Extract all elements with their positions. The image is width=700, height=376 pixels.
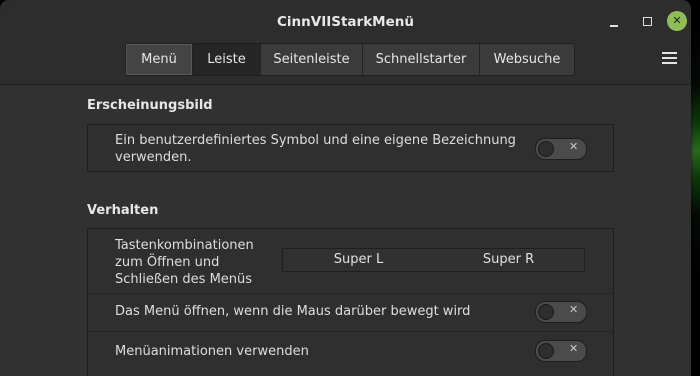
tab-panel[interactable]: Leiste [193, 44, 261, 75]
behavior-frame: Tastenkombinationen zum Öffnen und Schli… [87, 228, 614, 376]
settings-window: CinnVIIStarkMenü ✕ Menü Leiste Seitenlei… [0, 0, 691, 376]
hotkey-label-line1: Tastenkombinationen [115, 238, 254, 253]
window-title: CinnVIIStarkMenü [277, 14, 414, 30]
toggle-knob [538, 141, 554, 157]
appearance-frame: Ein benutzerdefiniertes Symbol und eine … [87, 124, 614, 172]
hotkey-primary-button[interactable]: Super L [282, 248, 435, 272]
tab-menu[interactable]: Menü [126, 44, 193, 75]
toggle-knob [538, 304, 554, 320]
hover-open-toggle[interactable]: ✕ [535, 301, 587, 323]
hotkey-label-line2: zum Öffnen und [115, 255, 220, 270]
custom-icon-label: Ein benutzerdefiniertes Symbol und eine … [115, 132, 516, 166]
toggle-off-icon: ✕ [569, 140, 579, 153]
maximize-icon[interactable] [638, 12, 658, 32]
tab-launcher[interactable]: Schnellstarter [363, 44, 480, 75]
animations-label: Menüanimationen verwenden [115, 344, 309, 359]
custom-icon-toggle[interactable]: ✕ [535, 138, 587, 160]
titlebar: CinnVIIStarkMenü ✕ Menü Leiste Seitenlei… [0, 0, 691, 85]
tab-websearch[interactable]: Websuche [480, 44, 574, 75]
close-icon[interactable]: ✕ [667, 11, 687, 31]
tab-bar: Menü Leiste Seitenleiste Schnellstarter … [125, 43, 575, 76]
hover-open-label: Das Menü öffnen, wenn die Maus darüber b… [115, 304, 471, 319]
hotkey-label: Tastenkombinationen zum Öffnen und Schli… [115, 237, 254, 288]
toggle-off-icon: ✕ [569, 303, 579, 316]
hotkey-secondary-button[interactable]: Super R [433, 248, 585, 272]
hamburger-icon[interactable] [662, 52, 677, 65]
row-separator [88, 293, 613, 294]
toggle-knob [538, 343, 554, 359]
section-title-appearance: Erscheinungsbild [87, 98, 213, 113]
section-title-behavior: Verhalten [87, 203, 159, 218]
hotkey-label-line3: Schließen des Menüs [115, 272, 253, 287]
minimize-icon[interactable] [604, 12, 624, 32]
animations-toggle[interactable]: ✕ [535, 340, 587, 362]
tab-sidebar[interactable]: Seitenleiste [261, 44, 363, 75]
row-separator [88, 331, 613, 332]
custom-icon-label-line1: Ein benutzerdefiniertes Symbol und eine … [115, 133, 516, 148]
custom-icon-label-line2: verwenden. [115, 150, 192, 165]
toggle-off-icon: ✕ [569, 342, 579, 355]
